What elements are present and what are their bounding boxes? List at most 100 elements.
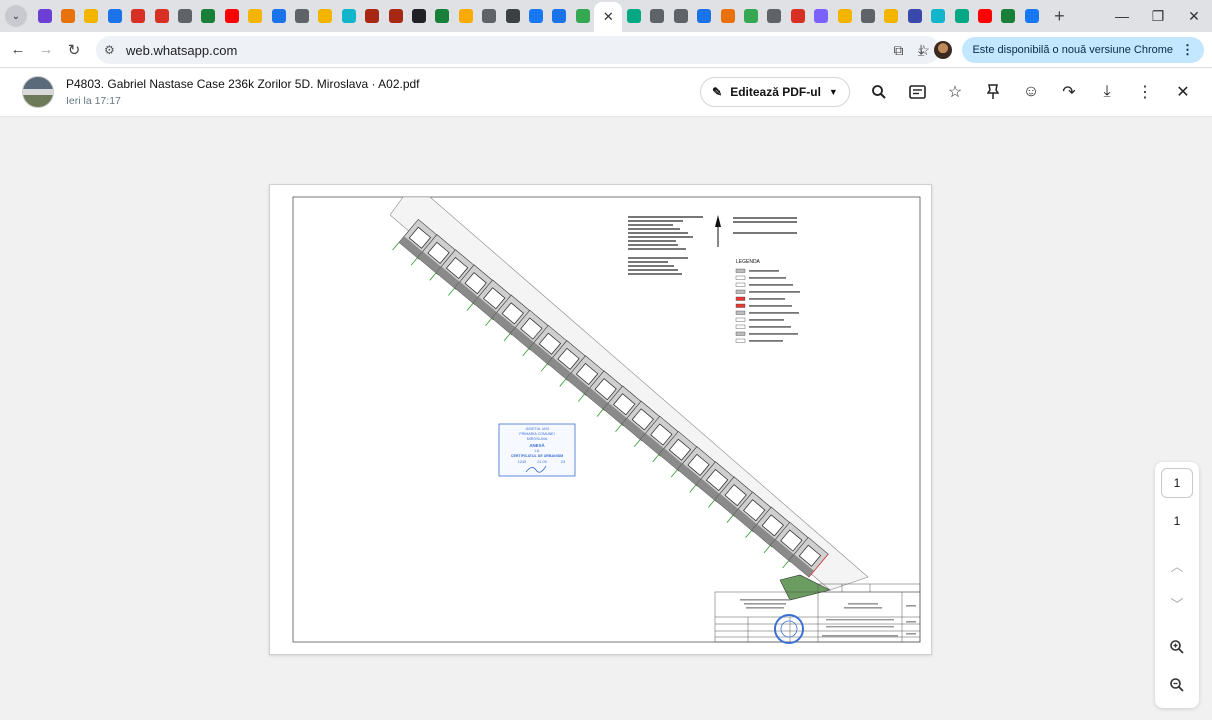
browser-tab[interactable] xyxy=(856,0,879,32)
legend-text xyxy=(749,333,798,335)
globe-icon xyxy=(860,9,875,23)
ball-icon xyxy=(388,9,403,23)
document-title: P4803. Gabriel Nastase Case 236k Zorilor… xyxy=(66,77,420,91)
browser-tab[interactable] xyxy=(80,0,103,32)
browser-tab[interactable] xyxy=(477,0,500,32)
legend-swatch xyxy=(735,289,746,294)
pdf-page[interactable]: LEGENDA JUDETUL IASI PRIMARIA COMUNEI MI… xyxy=(269,184,932,655)
browser-tab[interactable] xyxy=(33,0,56,32)
browser-tab[interactable] xyxy=(454,0,477,32)
browser-tab[interactable] xyxy=(880,0,903,32)
browser-tab[interactable] xyxy=(220,0,243,32)
browser-tab[interactable] xyxy=(548,0,571,32)
pin-icon[interactable] xyxy=(974,77,1012,107)
browser-tab[interactable] xyxy=(833,0,856,32)
zoom-out-icon[interactable] xyxy=(1161,670,1193,700)
browser-tab[interactable] xyxy=(56,0,79,32)
square-icon xyxy=(341,9,356,23)
browser-tab[interactable] xyxy=(950,0,973,32)
browser-tab[interactable] xyxy=(786,0,809,32)
browser-tab[interactable] xyxy=(501,0,524,32)
emoji-icon[interactable]: ☺ xyxy=(1012,77,1050,107)
browser-tab[interactable] xyxy=(103,0,126,32)
back-button[interactable]: ← xyxy=(4,36,32,64)
browser-tab[interactable] xyxy=(973,0,996,32)
close-window-icon[interactable]: ✕ xyxy=(1176,0,1212,32)
browser-tab[interactable] xyxy=(150,0,173,32)
box-icon xyxy=(697,9,712,23)
browser-tab[interactable] xyxy=(173,0,196,32)
browser-tab[interactable] xyxy=(810,0,833,32)
chevron-down-icon[interactable]: ﹀ xyxy=(1161,588,1193,618)
browser-tab[interactable] xyxy=(739,0,762,32)
browser-tab[interactable] xyxy=(360,0,383,32)
browser-tab[interactable] xyxy=(337,0,360,32)
tab-search-button[interactable]: ⌄ xyxy=(5,5,27,27)
browser-tab[interactable] xyxy=(763,0,786,32)
search-icon[interactable] xyxy=(860,77,898,107)
close-icon[interactable]: ✕ xyxy=(1164,77,1202,107)
document-timestamp: Ieri la 17:17 xyxy=(66,95,121,107)
site-info-icon[interactable]: ⚙ xyxy=(104,43,124,57)
chevron-up-icon[interactable]: ︿ xyxy=(1161,550,1193,580)
browser-tab[interactable] xyxy=(571,0,594,32)
forward-icon[interactable]: ↷ xyxy=(1050,77,1088,107)
new-tab-button[interactable]: + xyxy=(1047,4,1071,28)
browser-tab[interactable] xyxy=(290,0,313,32)
browser-tab[interactable] xyxy=(314,0,337,32)
globe-icon xyxy=(294,9,309,23)
browser-tab[interactable] xyxy=(407,0,430,32)
puzzle-icon xyxy=(458,9,473,23)
more-vert-icon[interactable]: ⋮ xyxy=(1126,77,1164,107)
zoom-in-icon[interactable] xyxy=(1161,632,1193,662)
browser-tab[interactable] xyxy=(646,0,669,32)
stamp-line3: MIROSLAVA xyxy=(527,437,548,441)
browser-tab[interactable] xyxy=(926,0,949,32)
mail-icon xyxy=(131,9,146,23)
gear-icon xyxy=(482,9,497,23)
browser-tab[interactable] xyxy=(693,0,716,32)
sender-avatar[interactable] xyxy=(22,76,54,108)
browser-tab[interactable] xyxy=(669,0,692,32)
browser-tab[interactable] xyxy=(244,0,267,32)
install-app-icon[interactable]: ⧉ xyxy=(893,42,903,59)
browser-tab[interactable] xyxy=(267,0,290,32)
site-plan-drawing: LEGENDA JUDETUL IASI PRIMARIA COMUNEI MI… xyxy=(292,196,921,644)
legend-text xyxy=(749,270,779,272)
globe-icon xyxy=(673,9,688,23)
close-tab-icon[interactable]: ✕ xyxy=(603,9,614,25)
forward-button[interactable]: → xyxy=(32,36,60,64)
browser-tab-active[interactable]: ✕ xyxy=(594,2,623,32)
message-icon[interactable] xyxy=(898,77,936,107)
browser-tab[interactable] xyxy=(384,0,407,32)
more-vert-icon: ⋮ xyxy=(1181,42,1194,57)
browser-tab[interactable] xyxy=(1020,0,1043,32)
browser-tab[interactable] xyxy=(716,0,739,32)
browser-tab[interactable] xyxy=(622,0,645,32)
browser-tab[interactable] xyxy=(127,0,150,32)
minimize-icon[interactable]: — xyxy=(1104,0,1140,32)
browser-tab[interactable] xyxy=(524,0,547,32)
chevron-down-icon: ⌄ xyxy=(11,10,21,22)
browser-tab[interactable] xyxy=(431,0,454,32)
north-arrow-icon xyxy=(715,215,721,247)
address-bar[interactable]: ⚙ web.whatsapp.com ⧉ ☆ xyxy=(96,36,940,64)
current-page-number[interactable]: 1 xyxy=(1161,468,1193,498)
edit-pdf-button[interactable]: ✎ Editează PDF-ul ▼ xyxy=(700,77,850,107)
profile-avatar[interactable] xyxy=(934,41,953,59)
parcel-group xyxy=(392,218,829,578)
chart-icon xyxy=(1001,9,1016,23)
browser-tab[interactable] xyxy=(903,0,926,32)
download-icon[interactable]: ⤓ xyxy=(1088,77,1126,107)
star-icon[interactable]: ☆ xyxy=(936,77,974,107)
downloads-icon[interactable]: ⤓ xyxy=(918,42,925,59)
chrome-update-button[interactable]: Este disponibilă o nouă versiune Chrome … xyxy=(962,37,1204,63)
restore-icon[interactable]: ❐ xyxy=(1140,0,1176,32)
maps-icon xyxy=(575,9,590,23)
browser-tab[interactable] xyxy=(997,0,1020,32)
tool-icon xyxy=(248,9,263,23)
reload-button[interactable]: ↻ xyxy=(60,36,88,64)
browser-tab[interactable] xyxy=(197,0,220,32)
tab-strip: ⌄ ✕ + — ❐ ✕ xyxy=(0,0,1212,32)
tab-list: ✕ xyxy=(33,0,1043,32)
